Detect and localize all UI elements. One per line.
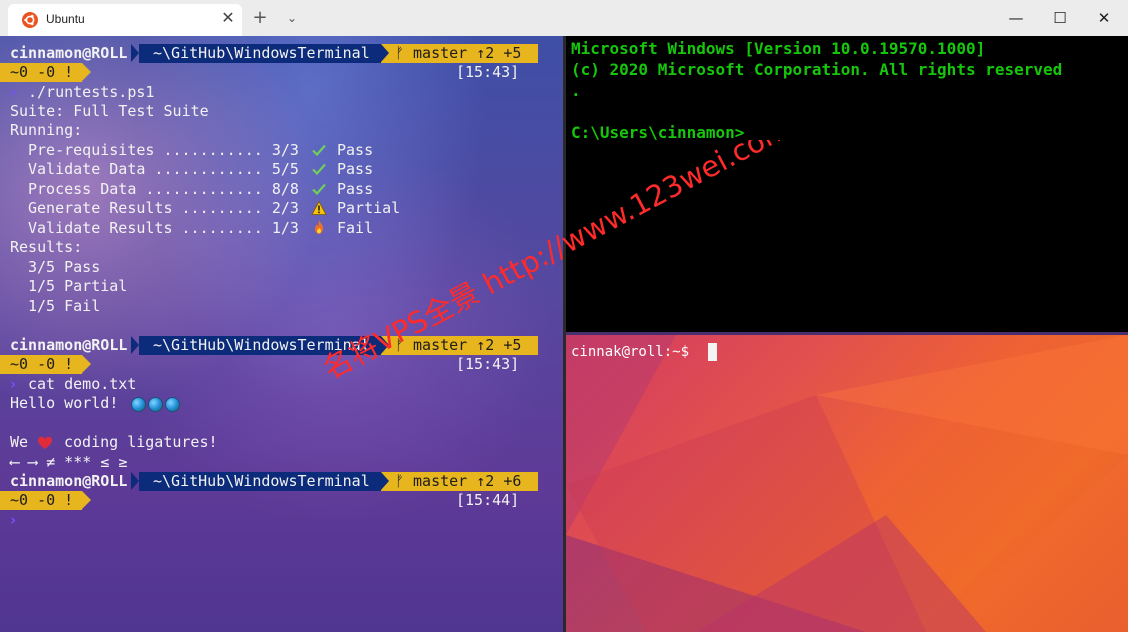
prompt-chevron-icon: › [10,375,17,393]
prompt-user: cinnamon@ROLL [10,336,128,354]
ubuntu-logo-icon [22,12,38,28]
heart-icon [38,436,52,449]
powerline-separator [82,355,91,373]
ubuntu-prompt: cinnak@roll:~$ [571,344,690,360]
coding-ligatures-text: coding ligatures! [64,433,218,451]
command-text: ./runtests.ps1 [28,83,155,101]
prompt-user: cinnamon@ROLL [10,472,128,490]
prompt-branch: ᚠ master ↑2 +5 [395,44,522,62]
text-cursor [708,343,717,361]
test-status: Pass [337,160,374,178]
warning-icon [311,200,327,215]
prompt-status-segment: ~0 -0 ! [0,491,82,510]
prompt-status: ~0 -0 ! [10,491,74,509]
prompt-branch: ᚠ master ↑2 +5 [395,336,522,354]
prompt-branch: ᚠ master ↑2 +6 [395,472,522,490]
prompt-status-segment: ~0 -0 ! [0,355,82,374]
prompt-time: [15:43] [456,63,520,81]
cmd-line: Microsoft Windows [Version 10.0.19570.10… [571,39,986,58]
test-name: Pre-requisites ........... 3/3 [28,141,299,159]
prompt-status: ~0 -0 ! [10,63,74,81]
globe-icon [148,397,163,412]
result-line: 1/5 Partial [28,277,128,295]
prompt-status: ~0 -0 ! [10,355,74,373]
prompt-branch-segment: ᚠ master ↑2 +5 [381,44,538,63]
ubuntu-wallpaper [566,335,1128,632]
prompt-status-segment: ~0 -0 ! [0,63,82,82]
powerline-separator [131,336,139,354]
prompt-path: ~\GitHub\WindowsTerminal [153,472,370,490]
close-window-button[interactable]: ✕ [1081,0,1127,36]
prompt-path: ~\GitHub\WindowsTerminal [153,336,370,354]
powerline-separator [381,336,389,354]
powerline-separator [131,44,139,62]
globe-icon [131,397,146,412]
cmd-line: . [571,81,581,100]
prompt-path: ~\GitHub\WindowsTerminal [153,44,370,62]
prompt-branch-segment: ᚠ master ↑2 +6 [381,472,538,491]
prompt-path-segment: ~\GitHub\WindowsTerminal [139,472,381,491]
tab-ubuntu[interactable]: Ubuntu ✕ [8,4,242,36]
prompt-path-segment: ~\GitHub\WindowsTerminal [139,336,381,355]
tab-dropdown-chevron-icon[interactable]: ⌄ [282,8,302,28]
we-text: We [10,433,29,451]
cmd-prompt: C:\Users\cinnamon> [571,123,745,142]
test-name: Process Data ............. 8/8 [28,180,299,198]
powerline-separator [82,63,91,81]
test-status: Partial [337,199,401,217]
prompt-user: cinnamon@ROLL [10,44,128,62]
test-name: Generate Results ......... 2/3 [28,199,299,217]
test-name: Validate Results ......... 1/3 [28,219,299,237]
tab-title: Ubuntu [46,12,85,26]
terminal-pane-ubuntu[interactable]: cinnak@roll:~$ [566,335,1128,632]
minimize-button[interactable]: — [993,0,1039,36]
command-text: cat demo.txt [28,375,137,393]
new-tab-button[interactable]: + [250,8,270,28]
cmd-line: (c) 2020 Microsoft Corporation. All righ… [571,60,1063,79]
results-label: Results: [10,238,83,256]
prompt-time: [15:44] [456,491,520,509]
hello-line: Hello world! [10,394,119,412]
prompt-branch-segment: ᚠ master ↑2 +5 [381,336,538,355]
globe-icon [165,397,180,412]
powerline-separator [381,44,389,62]
result-line: 1/5 Fail [28,297,101,315]
result-line: 3/5 Pass [28,258,101,276]
title-bar: Ubuntu ✕ + ⌄ — ☐ ✕ [0,0,1128,36]
test-status: Pass [337,141,374,159]
tab-close-icon[interactable]: ✕ [220,10,236,26]
powerline-separator [82,491,91,509]
powerline-separator [381,472,389,490]
terminal-pane-cmd[interactable]: Microsoft Windows [Version 10.0.19570.10… [566,36,1128,332]
ligatures-line: ⟵ ⟶ ≠ *** ≤ ≥ [10,453,128,471]
fire-icon [315,220,323,234]
maximize-button[interactable]: ☐ [1037,0,1083,36]
check-icon [312,183,326,196]
prompt-time: [15:43] [456,355,520,373]
prompt-chevron-icon: › [10,83,17,101]
running-label: Running: [10,121,83,139]
check-icon [312,144,326,157]
prompt-chevron-icon: › [10,511,17,529]
powerline-separator [131,472,139,490]
prompt-path-segment: ~\GitHub\WindowsTerminal [139,44,381,63]
suite-line: Suite: Full Test Suite [10,102,209,120]
test-status: Pass [337,180,374,198]
check-icon [312,163,326,176]
terminal-pane-powershell[interactable]: cinnamon@ROLL ~\GitHub\WindowsTerminal ᚠ… [0,36,563,632]
test-status: Fail [337,219,374,237]
test-name: Validate Data ............ 5/5 [28,160,299,178]
